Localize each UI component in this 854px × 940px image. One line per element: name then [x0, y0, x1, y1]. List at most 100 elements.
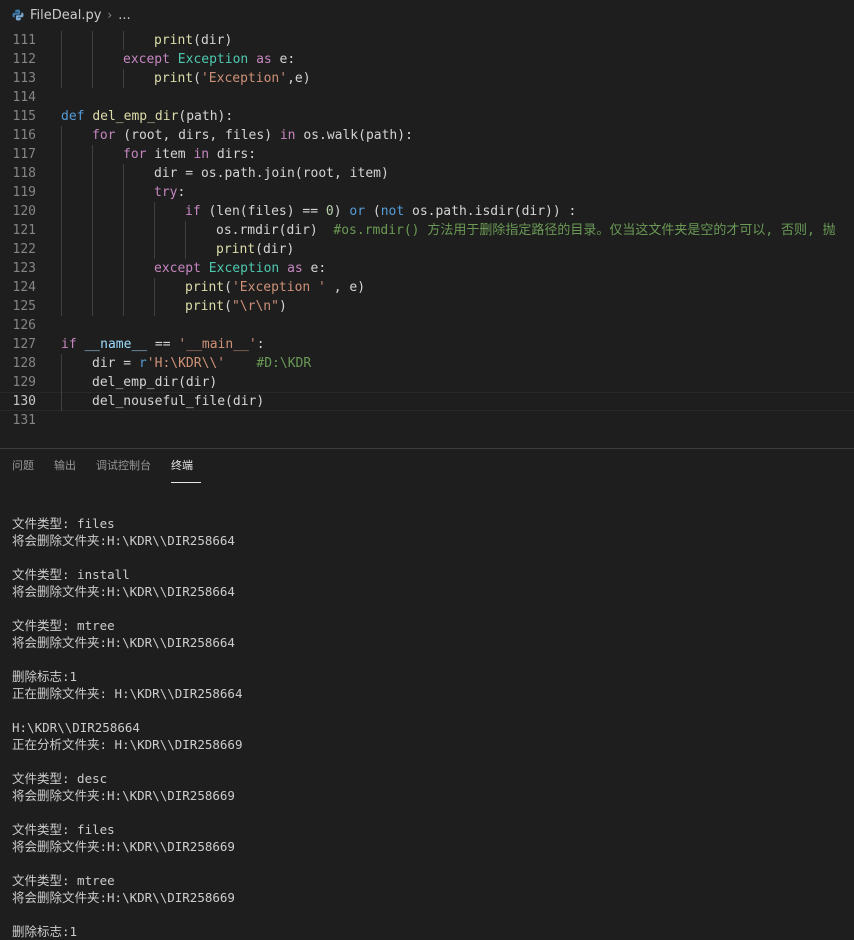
code-token: '__main__' [178, 337, 257, 352]
code-line[interactable]: 131 [0, 411, 854, 430]
code-token: #D:\KDR [256, 356, 312, 371]
code-line[interactable]: 129 del_emp_dir(dir) [0, 373, 854, 392]
code-text: print('Exception ' , e) [185, 278, 365, 297]
code-token: del_emp_dir [92, 109, 179, 124]
terminal-line: 将会删除文件夹:H:\KDR\\DIR258664 [12, 584, 235, 599]
code-token: print [216, 242, 256, 257]
code-line[interactable]: 128 dir = r'H:\KDR\\' #D:\KDR [0, 354, 854, 373]
terminal-output[interactable]: 文件类型: files 将会删除文件夹:H:\KDR\\DIR258664 文件类型… [12, 515, 852, 940]
code-token: for [92, 128, 116, 143]
code-token: except [123, 52, 170, 67]
code-line[interactable]: 117 for item in dirs: [0, 145, 854, 164]
line-number: 113 [12, 71, 36, 86]
indent-guide [154, 297, 155, 316]
code-line[interactable]: 118 dir = os.path.join(root, item) [0, 164, 854, 183]
indent-guide [61, 183, 62, 202]
indent-guide [123, 240, 124, 259]
indent-guide [92, 164, 93, 183]
code-token: ,e) [287, 71, 311, 86]
code-line[interactable]: 123 except Exception as e: [0, 259, 854, 278]
indent-guide [92, 50, 93, 69]
panel-tab[interactable]: 终端 [171, 449, 201, 483]
code-line[interactable]: 116 for (root, dirs, files) in os.walk(pa… [0, 126, 854, 145]
code-editor[interactable]: 111 print(dir) 112 except Exception as e: 11… [0, 30, 854, 448]
code-line[interactable]: 121 os.rmdir(dir) #os.rmdir() 方法用于删除指定路径的… [0, 221, 854, 240]
code-text: dir = r'H:\KDR\\' #D:\KDR [92, 354, 311, 373]
line-number: 130 [12, 394, 36, 409]
breadcrumb[interactable]: FileDeal.py › ... [0, 0, 854, 30]
code-token: (len(files) == [200, 204, 326, 219]
indent-guide [92, 240, 93, 259]
code-line[interactable]: 124 print('Exception ' , e) [0, 278, 854, 297]
terminal-line: 文件类型: files [12, 516, 115, 531]
code-token: print [154, 33, 194, 48]
code-token: "\r\n" [231, 299, 279, 314]
indent-guide [92, 278, 93, 297]
line-number: 114 [12, 90, 36, 105]
indent-guide [61, 145, 62, 164]
code-token: dir = [92, 356, 139, 371]
code-token: print [154, 71, 194, 86]
terminal-line: 将会删除文件夹:H:\KDR\\DIR258669 [12, 839, 235, 854]
code-line[interactable]: 112 except Exception as e: [0, 50, 854, 69]
code-token: print [185, 299, 225, 314]
indent-guide [123, 164, 124, 183]
code-token: , e) [325, 280, 366, 295]
line-number: 120 [12, 204, 36, 219]
code-token: #os.rmdir() 方法用于删除指定路径的目录。仅当这文件夹是空的才可以, … [333, 223, 836, 238]
code-token: ( [224, 280, 232, 295]
indent-guide [61, 202, 62, 221]
panel-tab[interactable]: 调试控制台 [96, 449, 159, 483]
code-line[interactable]: 122 print(dir) [0, 240, 854, 259]
code-line[interactable]: 120 if (len(files) == 0) or (not os.path.… [0, 202, 854, 221]
panel-tab[interactable]: 问题 [12, 449, 42, 483]
code-line[interactable]: 111 print(dir) [0, 31, 854, 50]
code-token: as [287, 261, 303, 276]
panel-tab[interactable]: 输出 [54, 449, 84, 483]
indent-guide [154, 202, 155, 221]
indent-guide [61, 31, 62, 50]
code-token: dirs: [209, 147, 257, 162]
breadcrumb-file[interactable]: FileDeal.py [30, 8, 101, 23]
code-line[interactable]: 119 try: [0, 183, 854, 202]
indent-guide [61, 373, 62, 392]
line-number: 117 [12, 147, 36, 162]
indent-guide [123, 259, 124, 278]
code-token: def [61, 109, 85, 124]
code-line[interactable]: 125 print("\r\n") [0, 297, 854, 316]
panel-tabs: 问题 输出 调试控制台 终端 [12, 449, 213, 483]
code-text: except Exception as e: [123, 50, 295, 69]
code-line[interactable]: 115 def del_emp_dir(path): [0, 107, 854, 126]
code-token: for [123, 147, 147, 162]
code-text: dir = os.path.join(root, item) [154, 164, 389, 183]
chevron-right-icon: › [107, 8, 113, 22]
code-text: del_emp_dir(dir) [92, 373, 217, 392]
code-line[interactable]: 127 if __name__ == '__main__': [0, 335, 854, 354]
code-text: print("\r\n") [185, 297, 287, 316]
code-token: ( [365, 204, 381, 219]
code-line[interactable]: 114 [0, 88, 854, 107]
code-token: print [185, 280, 225, 295]
indent-guide [123, 221, 124, 240]
terminal-line: 将会删除文件夹:H:\KDR\\DIR258669 [12, 788, 235, 803]
terminal-line: 正在分析文件夹: H:\KDR\\DIR258669 [12, 737, 243, 752]
code-line[interactable]: 113 print('Exception',e) [0, 69, 854, 88]
code-token: os.path.isdir(dir)) : [404, 204, 577, 219]
code-token: os.rmdir(dir) [216, 223, 334, 238]
code-text: def del_emp_dir(path): [61, 107, 233, 126]
indent-guide [92, 69, 93, 88]
indent-guide [123, 278, 124, 297]
indent-guide [61, 50, 62, 69]
code-line[interactable]: 126 [0, 316, 854, 335]
terminal-line: 文件类型: mtree [12, 618, 115, 633]
breadcrumb-more[interactable]: ... [118, 8, 130, 23]
line-number: 123 [12, 261, 36, 276]
code-text: print(dir) [216, 240, 294, 259]
code-token: 'Exception' [200, 71, 288, 86]
code-line[interactable]: 130 del_nouseful_file(dir) [0, 392, 854, 411]
